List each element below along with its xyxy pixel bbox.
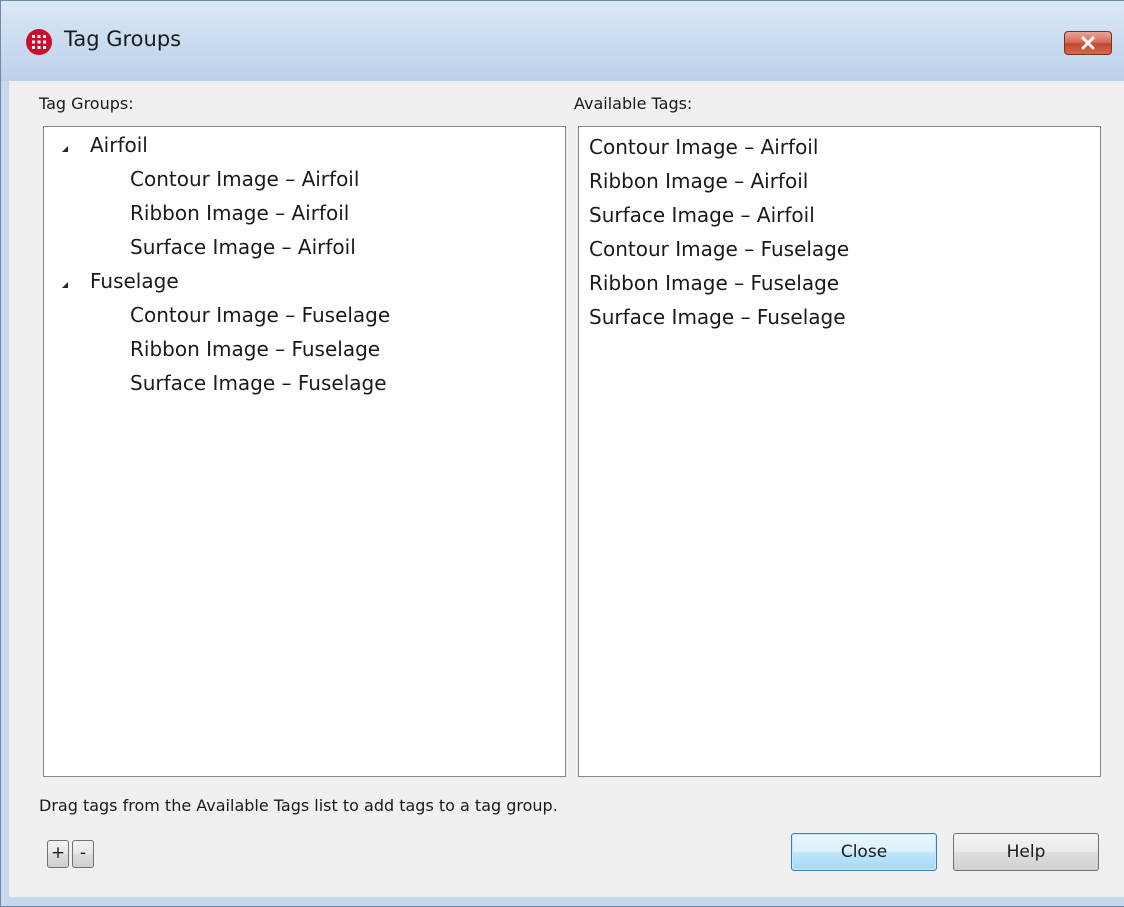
close-button[interactable]: Close: [791, 833, 937, 871]
triangle-expanded-icon[interactable]: [58, 277, 72, 291]
list-item[interactable]: Ribbon Image – Fuselage: [589, 271, 839, 295]
tag-groups-dialog: Tag Groups Tag Groups: Available Tags: A…: [0, 0, 1124, 907]
tree-group-airfoil[interactable]: Airfoil: [90, 133, 148, 157]
available-tags-list[interactable]: Contour Image – Airfoil Ribbon Image – A…: [578, 126, 1101, 777]
add-group-button[interactable]: +: [47, 840, 69, 868]
tree-item[interactable]: Contour Image – Airfoil: [130, 167, 359, 191]
tag-groups-tree[interactable]: Airfoil Contour Image – Airfoil Ribbon I…: [43, 126, 566, 777]
triangle-expanded-icon[interactable]: [58, 141, 72, 155]
grid-globe-icon: [25, 28, 53, 56]
instruction-text: Drag tags from the Available Tags list t…: [39, 796, 558, 815]
list-item[interactable]: Contour Image – Fuselage: [589, 237, 849, 261]
dialog-body: Tag Groups: Available Tags: Airfoil Cont…: [9, 81, 1124, 897]
available-tags-label: Available Tags:: [574, 94, 693, 113]
tree-item[interactable]: Surface Image – Fuselage: [130, 371, 387, 395]
list-item[interactable]: Surface Image – Airfoil: [589, 203, 815, 227]
help-button[interactable]: Help: [953, 833, 1099, 871]
tree-group-fuselage[interactable]: Fuselage: [90, 269, 179, 293]
remove-group-button[interactable]: -: [72, 840, 94, 868]
tree-item[interactable]: Ribbon Image – Fuselage: [130, 337, 380, 361]
tree-item[interactable]: Ribbon Image – Airfoil: [130, 201, 349, 225]
tag-groups-label: Tag Groups:: [39, 94, 134, 113]
tree-item[interactable]: Contour Image – Fuselage: [130, 303, 390, 327]
window-title: Tag Groups: [64, 27, 182, 51]
close-icon: [1081, 36, 1095, 50]
tree-item[interactable]: Surface Image – Airfoil: [130, 235, 356, 259]
window-close-button[interactable]: [1064, 31, 1112, 55]
list-item[interactable]: Surface Image – Fuselage: [589, 305, 846, 329]
list-item[interactable]: Contour Image – Airfoil: [589, 135, 818, 159]
list-item[interactable]: Ribbon Image – Airfoil: [589, 169, 808, 193]
title-bar[interactable]: Tag Groups: [1, 1, 1124, 81]
